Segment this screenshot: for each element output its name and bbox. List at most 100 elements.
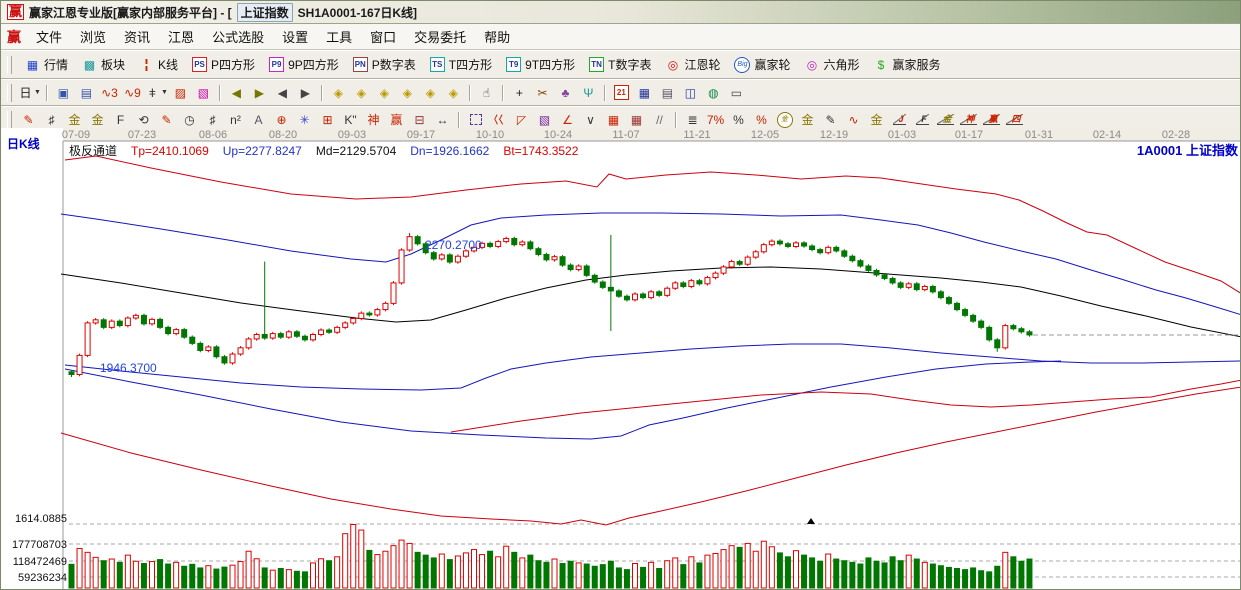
tool-wave-9[interactable]: ∿9 bbox=[121, 83, 144, 103]
tool-diamond-expand-h[interactable]: ◈ bbox=[373, 83, 396, 103]
draw-tool-wave-v[interactable]: ∨ bbox=[579, 110, 602, 130]
period-day-dropdown-icon[interactable]: ▼ bbox=[34, 89, 41, 96]
draw-tool-percent-line[interactable]: % bbox=[750, 110, 773, 130]
menu-item-5[interactable]: 设置 bbox=[273, 24, 317, 49]
chart-canvas[interactable]: 07-0907-2308-0608-2009-0309-1710-1010-24… bbox=[1, 128, 1241, 590]
tool-diamond-shrink-h[interactable]: ◈ bbox=[396, 83, 419, 103]
cycle-tool-dropdown-icon[interactable]: ▼ bbox=[161, 89, 168, 96]
tool-network[interactable]: ◍ bbox=[702, 83, 725, 103]
tool-gann-tree[interactable]: ♣ bbox=[554, 83, 577, 103]
toolbar-button-t9-square[interactable]: T99T四方形 bbox=[500, 54, 581, 75]
draw-tool-angle-ying[interactable]: 赢 bbox=[980, 110, 1003, 130]
draw-tool-grid-shade[interactable]: ▧ bbox=[533, 110, 556, 130]
toolbar-button-t-square[interactable]: TST四方形 bbox=[424, 54, 498, 75]
toolbar-button-winner-service[interactable]: $赢家服务 bbox=[868, 54, 947, 75]
draw-tool-angle-f[interactable]: F bbox=[911, 110, 934, 130]
toolbar-button-hexagon[interactable]: ◎六角形 bbox=[799, 54, 866, 75]
draw-tool-pen-red-2[interactable]: ✎ bbox=[155, 110, 178, 130]
draw-tool-angle-a[interactable]: A bbox=[247, 110, 270, 130]
draw-tool-angle-line[interactable]: ∠ bbox=[556, 110, 579, 130]
tool-info-doc[interactable]: ▤ bbox=[75, 83, 98, 103]
draw-tool-select-box[interactable] bbox=[464, 110, 487, 130]
menu-item-7[interactable]: 窗口 bbox=[361, 24, 405, 49]
toolbar-handle[interactable] bbox=[7, 56, 12, 74]
tool-diamond-right[interactable]: ◈ bbox=[350, 83, 373, 103]
tool-nav-first[interactable]: ◀ bbox=[225, 83, 248, 103]
tool-print[interactable]: ▭ bbox=[725, 83, 748, 103]
toolbar-button-quotes[interactable]: ▦行情 bbox=[19, 54, 74, 75]
tool-cycle-tool[interactable]: ǂ▼ bbox=[144, 83, 169, 103]
tool-nav-prev[interactable]: ◀ bbox=[271, 83, 294, 103]
draw-tool-gold-under[interactable]: 金 bbox=[865, 110, 888, 130]
draw-tool-fan-corner[interactable]: ◸ bbox=[510, 110, 533, 130]
draw-tool-gold-pen-2[interactable]: 金 bbox=[86, 110, 109, 130]
toolbar-button-kline[interactable]: ╏K线 bbox=[133, 54, 184, 75]
draw-tool-scale-ruler[interactable]: ≣ bbox=[681, 110, 704, 130]
tool-measure[interactable]: ✂ bbox=[531, 83, 554, 103]
draw-tool-ying-tool[interactable]: 赢 bbox=[385, 110, 408, 130]
tool-chart-red[interactable]: ▨ bbox=[169, 83, 192, 103]
tool-nav-last[interactable]: ▶ bbox=[248, 83, 271, 103]
draw-tool-fan-red[interactable]: 巜 bbox=[487, 110, 510, 130]
tool-chart-color[interactable]: ▧ bbox=[192, 83, 215, 103]
draw-tool-price-grid[interactable]: ⊟ bbox=[408, 110, 431, 130]
tool-calendar[interactable]: 21 bbox=[610, 83, 633, 103]
menu-item-1[interactable]: 浏览 bbox=[71, 24, 115, 49]
toolbar-button-winner-wheel[interactable]: Big赢家轮 bbox=[728, 54, 796, 75]
menu-item-9[interactable]: 帮助 bbox=[475, 24, 519, 49]
draw-tool-angle-shen[interactable]: 神 bbox=[957, 110, 980, 130]
draw-tool-gold-circle[interactable]: 金 bbox=[773, 110, 796, 130]
toolbar-button-p-square[interactable]: PSP四方形 bbox=[186, 54, 261, 75]
tool-save[interactable]: ◫ bbox=[679, 83, 702, 103]
draw-tool-pen-red[interactable]: ✎ bbox=[17, 110, 40, 130]
tool-diamond-left[interactable]: ◈ bbox=[327, 83, 350, 103]
tool-drag-hand[interactable]: ☝ bbox=[475, 83, 498, 103]
draw-tool-percent-7[interactable]: 7% bbox=[704, 110, 727, 130]
tool-period-day[interactable]: 日▼ bbox=[17, 83, 42, 103]
draw-tool-k-quote[interactable]: K" bbox=[339, 110, 362, 130]
draw-tool-time-clock[interactable]: ◷ bbox=[178, 110, 201, 130]
menu-item-2[interactable]: 资讯 bbox=[115, 24, 159, 49]
draw-tool-angle-j[interactable]: J bbox=[888, 110, 911, 130]
toolbar-handle[interactable] bbox=[7, 111, 12, 129]
draw-tool-fib-f[interactable]: F bbox=[109, 110, 132, 130]
tool-wave-3[interactable]: ∿3 bbox=[98, 83, 121, 103]
tool-nav-next[interactable]: ▶ bbox=[294, 83, 317, 103]
menu-item-8[interactable]: 交易委托 bbox=[405, 24, 475, 49]
menu-item-6[interactable]: 工具 bbox=[317, 24, 361, 49]
draw-tool-angle-si[interactable]: 四 bbox=[1003, 110, 1026, 130]
draw-tool-grid-lines-2[interactable]: ♯ bbox=[201, 110, 224, 130]
draw-tool-gold-pen-1[interactable]: 金 bbox=[63, 110, 86, 130]
tool-web-tool[interactable]: Ψ bbox=[577, 83, 600, 103]
draw-tool-percent[interactable]: % bbox=[727, 110, 750, 130]
menu-item-0[interactable]: 文件 bbox=[27, 24, 71, 49]
draw-tool-gold-levels[interactable]: 金 bbox=[796, 110, 819, 130]
menu-item-4[interactable]: 公式选股 bbox=[203, 24, 273, 49]
toolbar-button-p9-square[interactable]: P99P四方形 bbox=[263, 54, 345, 75]
draw-tool-grid-lines[interactable]: ♯ bbox=[40, 110, 63, 130]
toolbar-button-p-table[interactable]: PNP数字表 bbox=[347, 54, 422, 75]
toolbar-handle[interactable] bbox=[7, 84, 12, 102]
draw-tool-spiral[interactable]: ⟲ bbox=[132, 110, 155, 130]
draw-tool-angle-gold[interactable]: 金 bbox=[934, 110, 957, 130]
toolbar-button-t-table[interactable]: TNT数字表 bbox=[583, 54, 657, 75]
tool-diamond-shrink-v[interactable]: ◈ bbox=[419, 83, 442, 103]
draw-tool-gann-grid[interactable]: ⊞ bbox=[316, 110, 339, 130]
draw-tool-wave-a[interactable]: ∿ bbox=[842, 110, 865, 130]
toolbar-button-gann-wheel[interactable]: ◎江恩轮 bbox=[659, 54, 726, 75]
draw-tool-grid-dark[interactable]: ▦ bbox=[625, 110, 648, 130]
tool-window-layout[interactable]: ▣ bbox=[52, 83, 75, 103]
tool-calculator[interactable]: ▦ bbox=[633, 83, 656, 103]
draw-tool-pen-black[interactable]: ✎ bbox=[819, 110, 842, 130]
tool-crosshair[interactable]: + bbox=[508, 83, 531, 103]
draw-tool-parallel-lines[interactable]: // bbox=[648, 110, 671, 130]
toolbar-button-sectors[interactable]: ▩板块 bbox=[76, 54, 131, 75]
tool-diamond-expand-v[interactable]: ◈ bbox=[442, 83, 465, 103]
draw-tool-n-square[interactable]: n² bbox=[224, 110, 247, 130]
tool-notes[interactable]: ▤ bbox=[656, 83, 679, 103]
price-volume-chart[interactable]: 07-0907-2308-0608-2009-0309-1710-1010-24… bbox=[1, 128, 1241, 590]
draw-tool-star-tool[interactable]: ✳ bbox=[293, 110, 316, 130]
draw-tool-width-measure[interactable]: ↔ bbox=[431, 110, 454, 130]
draw-tool-grid-red[interactable]: ▦ bbox=[602, 110, 625, 130]
menu-item-3[interactable]: 江恩 bbox=[159, 24, 203, 49]
